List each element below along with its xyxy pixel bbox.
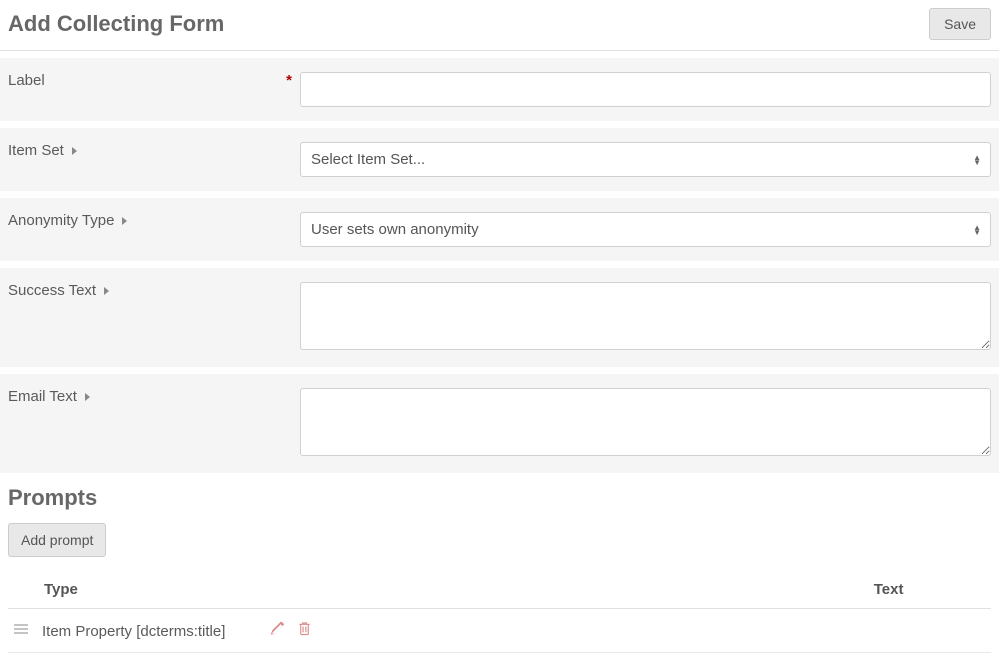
field-row-email-text: Email Text bbox=[0, 373, 999, 473]
label-text: Label bbox=[8, 72, 45, 89]
prompt-type-cell: Item Property [dcterms:title] bbox=[36, 609, 868, 653]
page-header: Add Collecting Form Save bbox=[0, 0, 999, 51]
table-row: Item Property [dcterms:title] bbox=[8, 609, 991, 653]
drag-handle-icon[interactable] bbox=[8, 609, 36, 653]
caret-right-icon[interactable] bbox=[85, 393, 90, 401]
label-input[interactable] bbox=[300, 72, 991, 107]
label-text: Success Text bbox=[8, 282, 96, 299]
caret-right-icon[interactable] bbox=[104, 287, 109, 295]
caret-right-icon[interactable] bbox=[72, 147, 77, 155]
field-row-label: Label * bbox=[0, 57, 999, 121]
column-header-type: Type bbox=[8, 571, 868, 609]
save-button[interactable]: Save bbox=[929, 8, 991, 40]
prompt-text-cell bbox=[868, 609, 991, 653]
item-set-select[interactable]: Select Item Set... bbox=[300, 142, 991, 177]
field-label-email-text: Email Text bbox=[8, 388, 300, 405]
field-row-item-set: Item Set Select Item Set... ▲▼ bbox=[0, 127, 999, 191]
form-section: Label * Item Set Select Item Set... ▲▼ bbox=[0, 57, 999, 473]
add-prompt-button[interactable]: Add prompt bbox=[8, 523, 106, 557]
column-header-text: Text bbox=[868, 571, 991, 609]
prompts-section: Add prompt Type Text Item Property [dcte… bbox=[0, 523, 999, 653]
field-row-success-text: Success Text bbox=[0, 267, 999, 367]
email-text-textarea[interactable] bbox=[300, 388, 991, 456]
edit-prompt-button[interactable] bbox=[270, 621, 285, 636]
field-row-anonymity: Anonymity Type User sets own anonymity ▲… bbox=[0, 197, 999, 261]
field-label-item-set: Item Set bbox=[8, 142, 300, 159]
prompts-table: Type Text Item Property [dcterms:title] bbox=[8, 571, 991, 653]
prompts-heading: Prompts bbox=[0, 479, 999, 523]
field-label-label: Label * bbox=[8, 72, 300, 89]
label-text: Email Text bbox=[8, 388, 77, 405]
anonymity-select[interactable]: User sets own anonymity bbox=[300, 212, 991, 247]
pencil-icon bbox=[270, 621, 285, 636]
required-asterisk-icon: * bbox=[286, 72, 292, 89]
prompt-type-text: Item Property [dcterms:title] bbox=[42, 623, 225, 640]
caret-right-icon[interactable] bbox=[122, 217, 127, 225]
field-label-anonymity: Anonymity Type bbox=[8, 212, 300, 229]
success-text-textarea[interactable] bbox=[300, 282, 991, 350]
field-label-success-text: Success Text bbox=[8, 282, 300, 299]
label-text: Anonymity Type bbox=[8, 212, 114, 229]
delete-prompt-button[interactable] bbox=[297, 621, 312, 636]
page-title: Add Collecting Form bbox=[8, 11, 224, 37]
trash-icon bbox=[297, 621, 312, 636]
label-text: Item Set bbox=[8, 142, 64, 159]
